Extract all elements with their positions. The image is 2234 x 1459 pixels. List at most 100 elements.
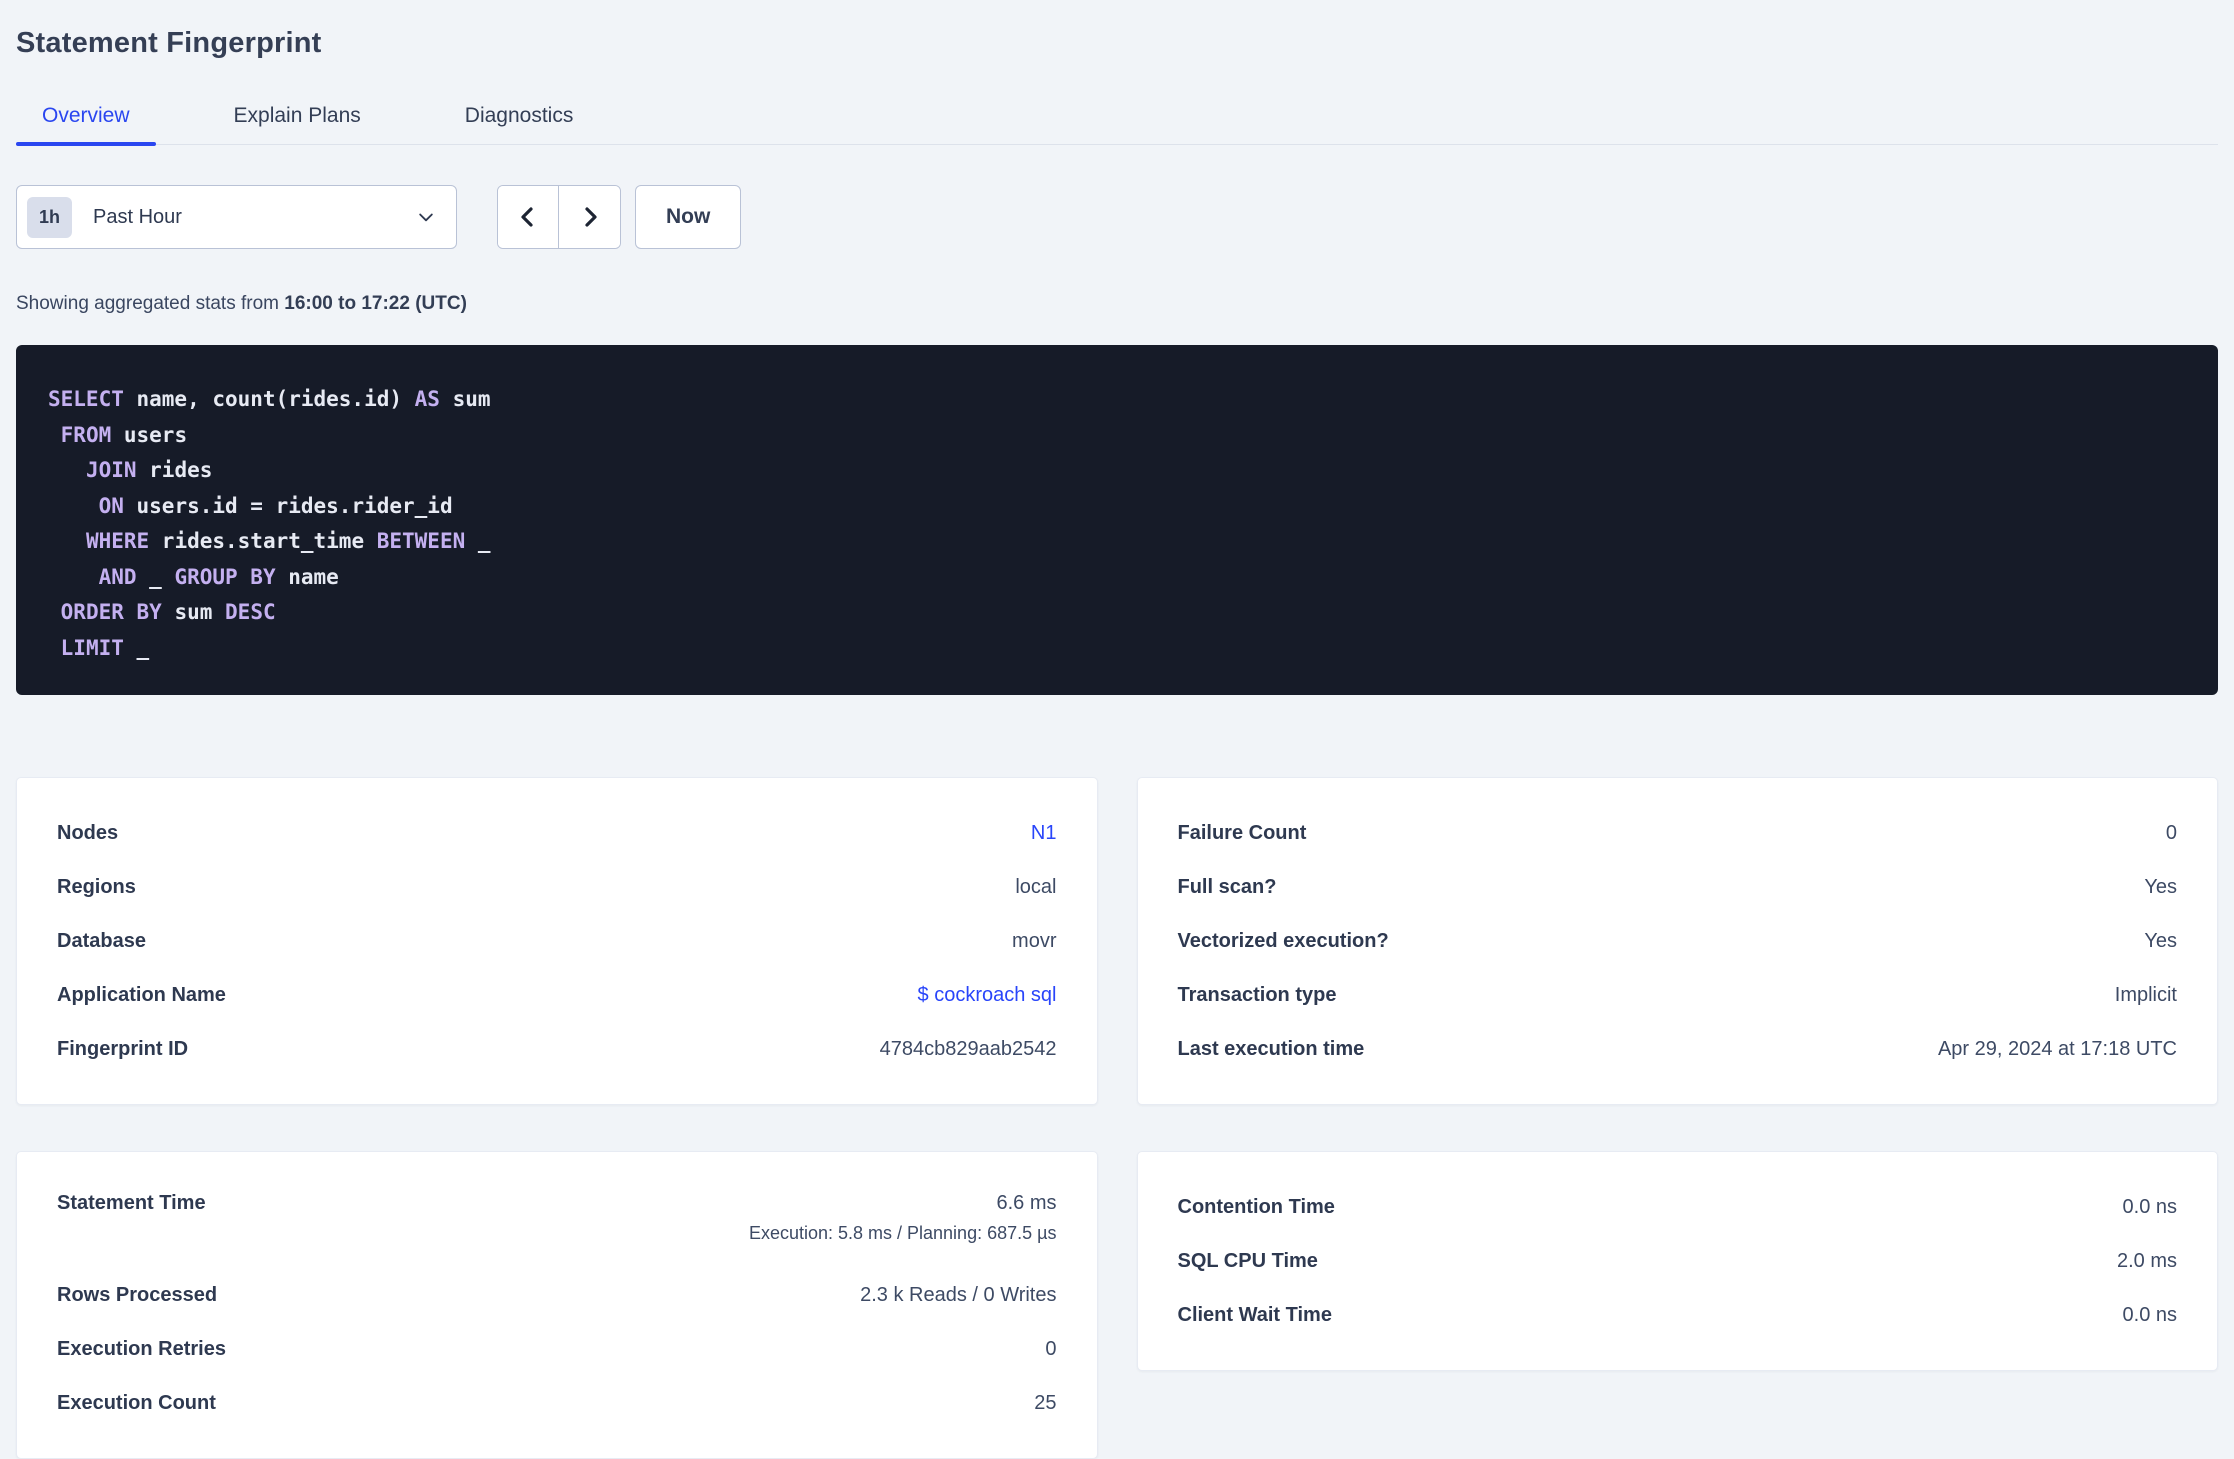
next-time-button[interactable] — [559, 186, 620, 248]
row-value-link[interactable]: N1 — [1031, 822, 1057, 844]
row-value-link[interactable]: $ cockroach sql — [918, 984, 1057, 1006]
row-value-group: 4784cb829aab2542 — [880, 1038, 1057, 1061]
row-value: 2.3 k Reads / 0 Writes — [860, 1283, 1057, 1306]
row-label: Last execution time — [1177, 1037, 1365, 1060]
row-subvalue: Execution: 5.8 ms / Planning: 687.5 µs — [748, 1223, 1057, 1243]
row-value: 0 — [1045, 1337, 1057, 1360]
page-title: Statement Fingerprint — [16, 27, 322, 59]
execution-attributes-card: Failure Count 0 Full scan? Yes Vectorized ex… — [1136, 777, 2218, 1105]
row-value-group: 0 — [2166, 822, 2177, 845]
row-value: 0.0 ns — [2122, 1195, 2177, 1218]
stat-row: Nodes N1 — [57, 806, 1057, 860]
row-value: Implicit — [2114, 983, 2177, 1006]
sql-line: FROM users — [60, 422, 188, 447]
row-label: Vectorized execution? — [1177, 929, 1389, 952]
chevron-down-icon — [419, 213, 433, 222]
row-label: Nodes — [57, 821, 119, 844]
row-value-group: 2.3 k Reads / 0 Writes — [860, 1284, 1056, 1307]
time-range-badge: 1h — [27, 196, 73, 238]
statement-fingerprint-page: Statement Fingerprint Overview Explain Pl… — [0, 0, 2234, 1459]
row-value: 6.6 ms — [996, 1192, 1057, 1214]
stats-cards-row: Statement Time 6.6 ms Execution: 5.8 ms / … — [16, 1151, 2218, 1459]
wait-time-stats-card: Contention Time 0.0 ns SQL CPU Time 2.0 ms C… — [1136, 1151, 2218, 1371]
active-tab-underline — [16, 142, 156, 146]
sql-line: ORDER BY sum DESC — [60, 600, 276, 624]
sql-line: WHERE rides.start_time BETWEEN _ — [85, 529, 491, 553]
row-value: movr — [1012, 929, 1057, 952]
row-value: Yes — [2144, 929, 2177, 952]
sql-line: ON users.id = rides.rider_id — [98, 493, 453, 518]
row-label: Failure Count — [1177, 821, 1307, 844]
sql-line: JOIN rides — [85, 458, 213, 482]
stat-row: Execution Count 25 — [57, 1376, 1057, 1430]
stat-row: Rows Processed 2.3 k Reads / 0 Writes — [57, 1268, 1057, 1322]
row-value-group: Yes — [2144, 930, 2177, 953]
now-button[interactable]: Now — [635, 185, 742, 249]
row-value-group: Yes — [2144, 876, 2177, 899]
row-value: 4784cb829aab2542 — [879, 1037, 1057, 1060]
row-value-group: 6.6 ms Execution: 5.8 ms / Planning: 687.… — [749, 1192, 1057, 1244]
row-value: 0.0 ns — [2122, 1303, 2177, 1326]
stat-row: Vectorized execution? Yes — [1178, 914, 2178, 968]
statement-details-card: Nodes N1 Regions local Database movr Applicati… — [16, 777, 1098, 1105]
row-label: Statement Time — [57, 1192, 206, 1214]
stat-row: Database movr — [57, 914, 1057, 968]
details-cards-row: Nodes N1 Regions local Database movr Applicati… — [16, 777, 2218, 1105]
row-value: 25 — [1034, 1391, 1057, 1414]
row-label: Full scan? — [1177, 875, 1277, 898]
sql-line: SELECT name, count(rides.id) AS sum — [48, 387, 491, 411]
row-label: Execution Count — [57, 1391, 216, 1414]
statement-time-stats-card: Statement Time 6.6 ms Execution: 5.8 ms / … — [16, 1151, 1098, 1459]
row-label: Execution Retries — [57, 1337, 226, 1360]
stat-row: Regions local — [57, 860, 1057, 914]
prev-time-button[interactable] — [498, 186, 559, 248]
tab-explain-plans[interactable]: Explain Plans — [208, 104, 387, 144]
row-label: Transaction type — [1177, 983, 1337, 1006]
stat-row: Full scan? Yes — [1178, 860, 2178, 914]
tab-label: Explain Plans — [233, 104, 361, 127]
stat-row: Failure Count 0 — [1178, 806, 2178, 860]
row-label: Fingerprint ID — [57, 1037, 189, 1060]
row-value-group: 0.0 ns — [2123, 1196, 2177, 1219]
tab-label: Diagnostics — [464, 104, 574, 127]
row-value-group: $ cockroach sql — [918, 984, 1057, 1007]
row-value-group: 0 — [1045, 1338, 1056, 1361]
row-value: Yes — [2144, 875, 2177, 898]
row-value: local — [1015, 875, 1057, 898]
time-range-dropdown[interactable]: 1h Past Hour — [16, 185, 457, 249]
chevron-left-icon — [521, 207, 533, 227]
stat-row: Statement Time 6.6 ms Execution: 5.8 ms / … — [57, 1180, 1057, 1268]
sql-line: AND _ GROUP BY name — [98, 564, 339, 589]
stat-row: Application Name $ cockroach sql — [57, 968, 1057, 1022]
row-value-group: Apr 29, 2024 at 17:18 UTC — [1938, 1038, 2177, 1061]
tab-bar: Overview Explain Plans Diagnostics — [16, 104, 2218, 146]
row-label: SQL CPU Time — [1177, 1249, 1318, 1272]
time-step-button-group — [497, 185, 621, 249]
sql-statement-box: SELECT name, count(rides.id) AS sum FROM… — [16, 345, 2218, 695]
chevron-right-icon — [584, 207, 597, 227]
tab-overview[interactable]: Overview — [16, 104, 156, 146]
sql-line: LIMIT _ — [60, 635, 150, 660]
row-label: Contention Time — [1177, 1195, 1335, 1218]
tab-diagnostics[interactable]: Diagnostics — [439, 104, 600, 144]
stat-row: SQL CPU Time 2.0 ms — [1178, 1234, 2178, 1288]
row-value-group: local — [1015, 876, 1056, 899]
row-value: 0 — [2165, 821, 2177, 844]
row-value: 2.0 ms — [2116, 1249, 2177, 1272]
row-value-group: Implicit — [2115, 984, 2177, 1007]
stat-row: Execution Retries 0 — [57, 1322, 1057, 1376]
row-value-group: N1 — [1031, 822, 1057, 845]
row-value-group: 25 — [1034, 1392, 1056, 1415]
stat-row: Fingerprint ID 4784cb829aab2542 — [57, 1022, 1057, 1076]
time-range-label: Past Hour — [93, 205, 182, 228]
row-label: Client Wait Time — [1177, 1303, 1332, 1326]
stat-row: Client Wait Time 0.0 ns — [1178, 1288, 2178, 1342]
tab-label: Overview — [42, 104, 130, 127]
status-time-range: 16:00 to 17:22 (UTC) — [284, 293, 467, 314]
row-value-group: movr — [1012, 930, 1056, 953]
stat-row: Transaction type Implicit — [1178, 968, 2178, 1022]
row-label: Regions — [57, 875, 136, 898]
aggregated-stats-status: Showing aggregated stats from 16:00 to 1… — [16, 293, 2218, 315]
time-controls: 1h Past Hour Now — [16, 185, 2218, 249]
row-value-group: 2.0 ms — [2117, 1250, 2177, 1273]
